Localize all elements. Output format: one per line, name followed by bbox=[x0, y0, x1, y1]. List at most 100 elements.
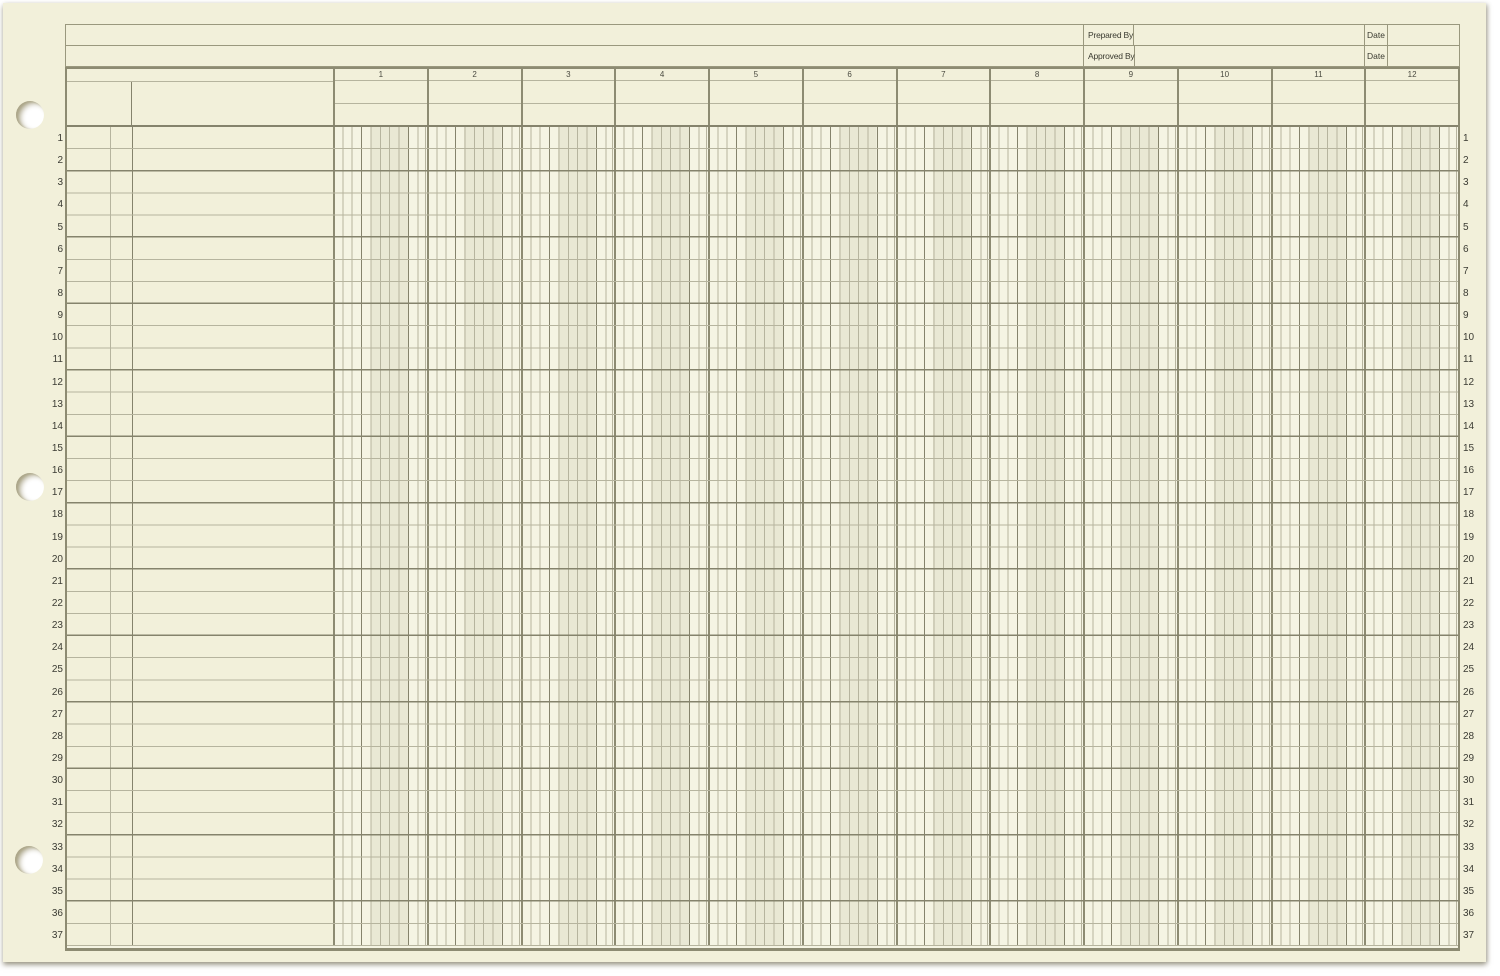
row-number: 37 bbox=[1463, 930, 1475, 942]
row-number: 12 bbox=[51, 376, 63, 388]
row-number: 21 bbox=[51, 575, 63, 587]
row-number: 29 bbox=[51, 752, 63, 764]
row-number: 10 bbox=[1463, 332, 1475, 344]
description-body-column bbox=[67, 127, 333, 946]
column-header-subrow bbox=[1366, 81, 1458, 104]
amount-column bbox=[520, 127, 615, 946]
column-header-subrows bbox=[335, 81, 427, 125]
row-number: 7 bbox=[1463, 265, 1469, 277]
row-number: 8 bbox=[1463, 287, 1469, 299]
row-number: 2 bbox=[57, 155, 63, 167]
column-header-subrows bbox=[991, 81, 1083, 125]
row-number: 4 bbox=[1463, 199, 1469, 211]
row-number: 14 bbox=[1463, 420, 1475, 432]
column-header: 7 bbox=[895, 69, 990, 125]
row-number: 17 bbox=[51, 487, 63, 499]
column-header: 6 bbox=[801, 69, 896, 125]
column-number-label: 8 bbox=[991, 69, 1083, 81]
row-number: 9 bbox=[57, 310, 63, 322]
row-number: 15 bbox=[1463, 442, 1475, 454]
row-number: 14 bbox=[51, 420, 63, 432]
row-number: 27 bbox=[1463, 708, 1475, 720]
column-header-subrows bbox=[803, 81, 896, 125]
column-header-subrow bbox=[428, 81, 521, 104]
top-strip-spacer bbox=[66, 46, 1083, 67]
column-header-subrow bbox=[616, 81, 708, 104]
date-field bbox=[1388, 25, 1459, 45]
column-number-label: 10 bbox=[1178, 69, 1271, 81]
ledger-paper: Prepared By Date Approved By Date 123456… bbox=[3, 3, 1486, 962]
row-number: 32 bbox=[1463, 819, 1475, 831]
column-number-label: 12 bbox=[1366, 69, 1458, 81]
column-header-subrows bbox=[710, 81, 802, 125]
approved-by-field bbox=[1135, 46, 1364, 67]
column-header: 12 bbox=[1364, 69, 1458, 125]
row-number: 20 bbox=[1463, 553, 1475, 565]
column-header: 8 bbox=[989, 69, 1083, 125]
row-number: 36 bbox=[51, 907, 63, 919]
prepared-by-row: Prepared By Date bbox=[66, 25, 1459, 46]
column-number-label: 3 bbox=[522, 69, 615, 81]
amount-column bbox=[1176, 127, 1271, 946]
amount-column bbox=[426, 127, 521, 946]
row-number: 18 bbox=[1463, 509, 1475, 521]
description-header-top bbox=[67, 69, 333, 82]
row-number: 3 bbox=[1463, 177, 1469, 189]
row-number: 22 bbox=[51, 597, 63, 609]
row-number: 29 bbox=[1463, 752, 1475, 764]
row-number: 33 bbox=[51, 841, 63, 853]
prepared-by-label: Prepared By bbox=[1083, 25, 1135, 45]
amount-column bbox=[989, 127, 1083, 946]
row-number: 19 bbox=[51, 531, 63, 543]
row-number: 16 bbox=[51, 465, 63, 477]
column-header-subrows bbox=[1272, 81, 1365, 125]
column-number-label: 1 bbox=[335, 69, 427, 81]
row-number: 34 bbox=[51, 863, 63, 875]
row-number: 4 bbox=[57, 199, 63, 211]
row-number: 11 bbox=[1463, 354, 1474, 366]
amount-column bbox=[1364, 127, 1458, 946]
row-number: 26 bbox=[51, 686, 63, 698]
row-number: 5 bbox=[57, 221, 63, 233]
column-header-subrow bbox=[803, 81, 896, 104]
column-header-subrows bbox=[1178, 81, 1271, 125]
column-header-subrow bbox=[1085, 81, 1177, 104]
description-header-bottom bbox=[67, 82, 333, 125]
column-header-subrows bbox=[1085, 81, 1177, 125]
row-number: 2 bbox=[1463, 155, 1469, 167]
row-number: 8 bbox=[57, 287, 63, 299]
row-numbers-left: 1 2 3 4 5 6 7 8 9 10 11 12 13 14 15 16 17 18 19 20 21 22 23 24 2… bbox=[37, 128, 63, 948]
row-number: 10 bbox=[51, 332, 63, 344]
column-header-row: 1 2 3 4 5 6 7 8 9 10 11 12 bbox=[333, 69, 1458, 125]
row-number: 23 bbox=[1463, 620, 1475, 632]
row-number: 22 bbox=[1463, 597, 1475, 609]
column-header-subrow bbox=[710, 81, 802, 104]
column-header-subrow bbox=[804, 104, 896, 125]
row-number: 20 bbox=[51, 553, 63, 565]
column-header: 4 bbox=[614, 69, 708, 125]
column-header-subrows bbox=[522, 81, 615, 125]
row-number: 15 bbox=[51, 442, 63, 454]
approved-by-row: Approved By Date bbox=[66, 45, 1459, 67]
column-header-subrows bbox=[428, 81, 521, 125]
column-header-subrow bbox=[898, 104, 990, 125]
row-number: 1 bbox=[57, 133, 63, 144]
column-header-subrow bbox=[616, 104, 708, 125]
row-number: 21 bbox=[1463, 575, 1475, 587]
column-header: 11 bbox=[1270, 69, 1365, 125]
column-header: 10 bbox=[1176, 69, 1271, 125]
description-header bbox=[67, 69, 333, 125]
row-number: 16 bbox=[1463, 465, 1475, 477]
column-header-subrow bbox=[523, 104, 615, 125]
amount-column bbox=[614, 127, 708, 946]
column-header-subrow bbox=[522, 81, 615, 104]
date-label: Date bbox=[1364, 25, 1388, 45]
column-number-label: 2 bbox=[428, 69, 521, 81]
column-header-subrow bbox=[1178, 81, 1271, 104]
row-number: 32 bbox=[51, 819, 63, 831]
date-field bbox=[1388, 46, 1459, 67]
row-number: 36 bbox=[1463, 907, 1475, 919]
column-header-subrows bbox=[897, 81, 990, 125]
row-number: 6 bbox=[1463, 243, 1469, 255]
column-header-subrow bbox=[897, 81, 990, 104]
